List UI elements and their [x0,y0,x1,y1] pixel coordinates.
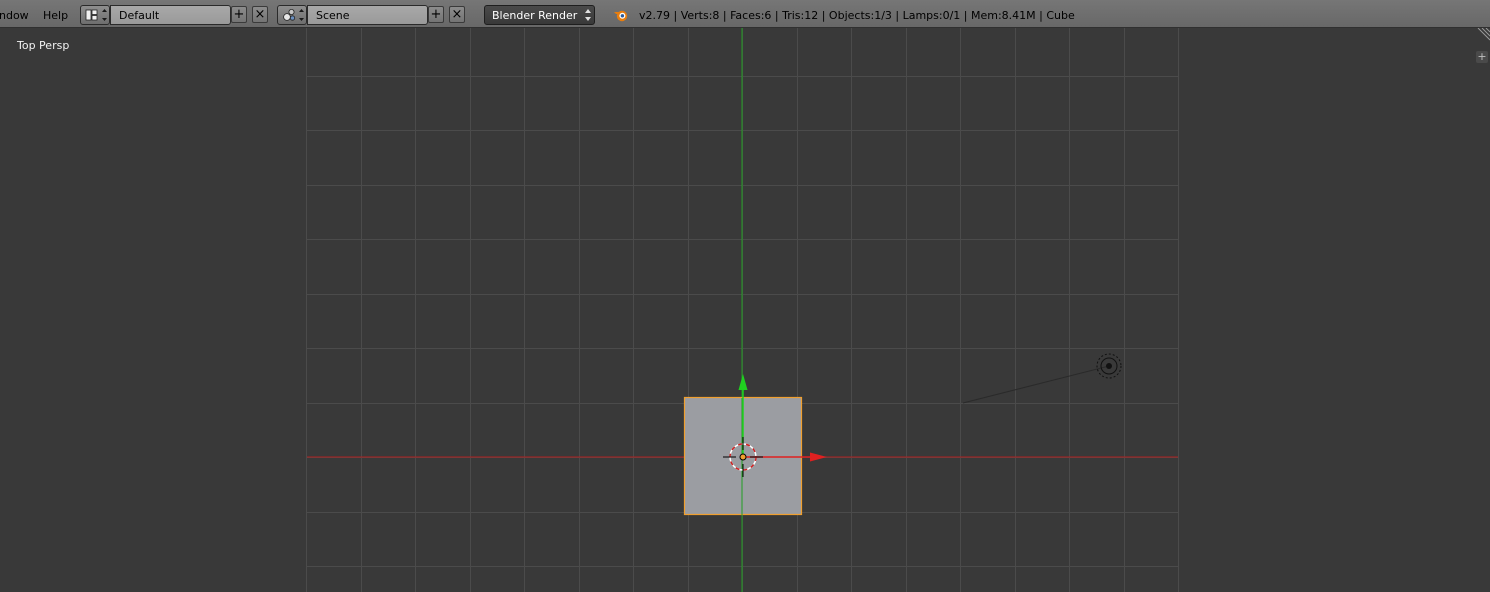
updown-arrows-icon [585,8,591,22]
info-header: ndow Help Default + × Scene + × Blender … [0,0,1490,28]
view-label: Top Persp [17,39,70,52]
scene-field[interactable]: Scene [307,5,428,25]
viewport-canvas[interactable] [0,28,1490,592]
lamp-line [962,365,1110,404]
area-corner-widget[interactable] [1477,28,1490,41]
plus-icon: + [1477,50,1487,63]
manipulator-x-arrow-icon[interactable] [810,452,827,462]
help-menu[interactable]: Help [43,0,68,28]
close-icon: × [451,7,463,22]
window-menu[interactable]: ndow [0,0,29,28]
scene-statistics: v2.79 | Verts:8 | Faces:6 | Tris:12 | Ob… [639,9,1075,22]
remove-screen-button[interactable]: × [252,6,268,23]
manipulator-y-arrow-icon[interactable] [738,374,748,390]
lamp-icon[interactable] [1096,353,1122,379]
screen-layout-browse-button[interactable] [80,5,110,25]
add-scene-button[interactable]: + [428,6,444,23]
properties-region-toggle[interactable]: + [1476,51,1488,63]
render-engine-label: Blender Render [492,9,578,22]
plus-icon: + [233,7,245,22]
remove-scene-button[interactable]: × [449,6,465,23]
screen-layout-field[interactable]: Default [110,5,231,25]
plus-icon: + [430,7,442,22]
3d-viewport[interactable]: Top Persp + [0,28,1490,592]
scene-icon [283,9,304,21]
screen-layout-icon [85,9,107,21]
add-screen-button[interactable]: + [231,6,247,23]
blender-logo-icon [614,10,628,22]
render-engine-dropdown[interactable]: Blender Render [484,5,595,25]
close-icon: × [254,7,266,22]
scene-browse-button[interactable] [277,5,307,25]
